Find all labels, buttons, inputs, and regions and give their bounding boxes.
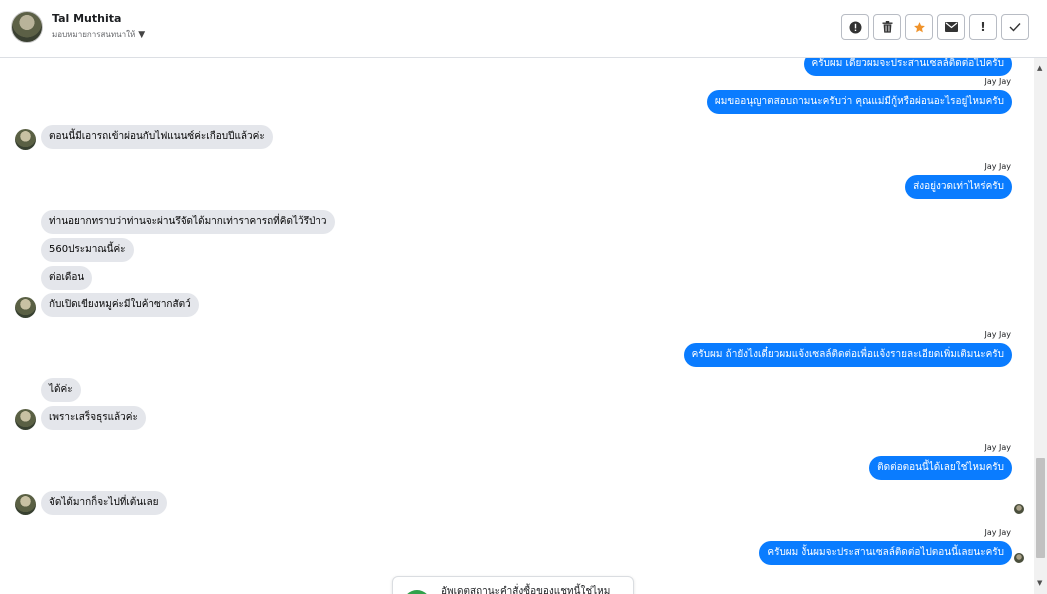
sender-name: Jay Jay bbox=[984, 77, 1011, 86]
conversation-header: Tal Muthita มอบหมายการสนทนาให้ ▼ ! bbox=[0, 0, 1047, 58]
outgoing-message: ส่งอยู่งวดเท่าไหร่ครับ bbox=[905, 175, 1012, 199]
incoming-message: จัดได้มากก็จะไปที่เต้นเลย bbox=[41, 491, 167, 515]
incoming-message: ตอนนี้มีเอารถเข้าผ่อนกับไฟแนนซ์ค่ะเกือบป… bbox=[41, 125, 273, 149]
assign-conversation-dropdown[interactable]: มอบหมายการสนทนาให้ ▼ bbox=[52, 28, 145, 41]
sender-name: Jay Jay bbox=[984, 443, 1011, 452]
outgoing-message: ครับผม งั้นผมจะประสานเซลล์ติดต่อไปตอนนี้… bbox=[759, 541, 1012, 565]
mark-important-button[interactable]: ! bbox=[969, 14, 997, 40]
mark-done-button[interactable] bbox=[1001, 14, 1029, 40]
incoming-message: ได้ค่ะ bbox=[41, 378, 81, 402]
incoming-message: เพราะเสร็จธุรแล้วค่ะ bbox=[41, 406, 146, 430]
read-receipt-avatar bbox=[1014, 553, 1024, 563]
info-icon bbox=[849, 21, 862, 34]
incoming-message: 560ประมาณนี้ค่ะ bbox=[41, 238, 134, 262]
check-icon bbox=[1009, 22, 1021, 32]
conversation-toolbar: ! bbox=[841, 14, 1029, 40]
exclamation-icon: ! bbox=[980, 20, 986, 34]
trash-icon bbox=[882, 21, 893, 33]
thread-scrollbar[interactable]: ▲ ▼ bbox=[1034, 58, 1047, 594]
message-thread[interactable]: ครับผม เดี๋ยวผมจะประสานเซลล์ติดต่อไปครับ… bbox=[0, 58, 1034, 594]
contact-avatar bbox=[15, 494, 36, 515]
sender-name: Jay Jay bbox=[984, 528, 1011, 537]
star-icon bbox=[913, 21, 926, 34]
sender-name: Jay Jay bbox=[984, 330, 1011, 339]
order-status-prompt[interactable]: อัพเดตสถานะคำสั่งซื้อของแชทนี้ใช่ไหม bbox=[392, 576, 634, 594]
order-status-prompt-text: อัพเดตสถานะคำสั่งซื้อของแชทนี้ใช่ไหม bbox=[441, 586, 611, 594]
assign-label: มอบหมายการสนทนาให้ bbox=[52, 30, 136, 39]
incoming-message: ต่อเดือน bbox=[41, 266, 93, 290]
caret-down-icon: ▼ bbox=[138, 29, 146, 40]
mail-button[interactable] bbox=[937, 14, 965, 40]
sender-name: Jay Jay bbox=[984, 162, 1011, 171]
outgoing-message: ติดต่อตอนนี้ได้เลยใช่ไหมครับ bbox=[869, 456, 1012, 480]
scroll-down-arrow-icon[interactable]: ▼ bbox=[1037, 579, 1042, 587]
envelope-icon bbox=[944, 22, 958, 32]
status-check-icon bbox=[403, 590, 431, 594]
scroll-up-arrow-icon[interactable]: ▲ bbox=[1037, 64, 1042, 72]
info-button[interactable] bbox=[841, 14, 869, 40]
outgoing-message: ครับผม ถ้ายังไงเดี๋ยวผมแจ้งเซลล์ติดต่อเพ… bbox=[683, 343, 1012, 367]
contact-avatar bbox=[15, 409, 36, 430]
contact-avatar[interactable] bbox=[11, 11, 43, 43]
contact-name[interactable]: Tal Muthita bbox=[52, 12, 121, 25]
contact-avatar bbox=[15, 129, 36, 150]
incoming-message: กับเปิดเขียงหมูค่ะมีใบค้าซากสัตว์ bbox=[41, 293, 199, 317]
outgoing-message: ครับผม เดี๋ยวผมจะประสานเซลล์ติดต่อไปครับ bbox=[803, 58, 1012, 76]
outgoing-message: ผมขออนุญาตสอบถามนะครับว่า คุณแม่มีกู้หรื… bbox=[706, 90, 1012, 114]
contact-avatar bbox=[15, 297, 36, 318]
read-receipt-avatar bbox=[1014, 504, 1024, 514]
star-button[interactable] bbox=[905, 14, 933, 40]
incoming-message: ท่านอยากทราบว่าท่านจะผ่านรึจัดได้มากเท่า… bbox=[41, 210, 335, 234]
delete-button[interactable] bbox=[873, 14, 901, 40]
scrollbar-thumb[interactable] bbox=[1036, 458, 1045, 558]
